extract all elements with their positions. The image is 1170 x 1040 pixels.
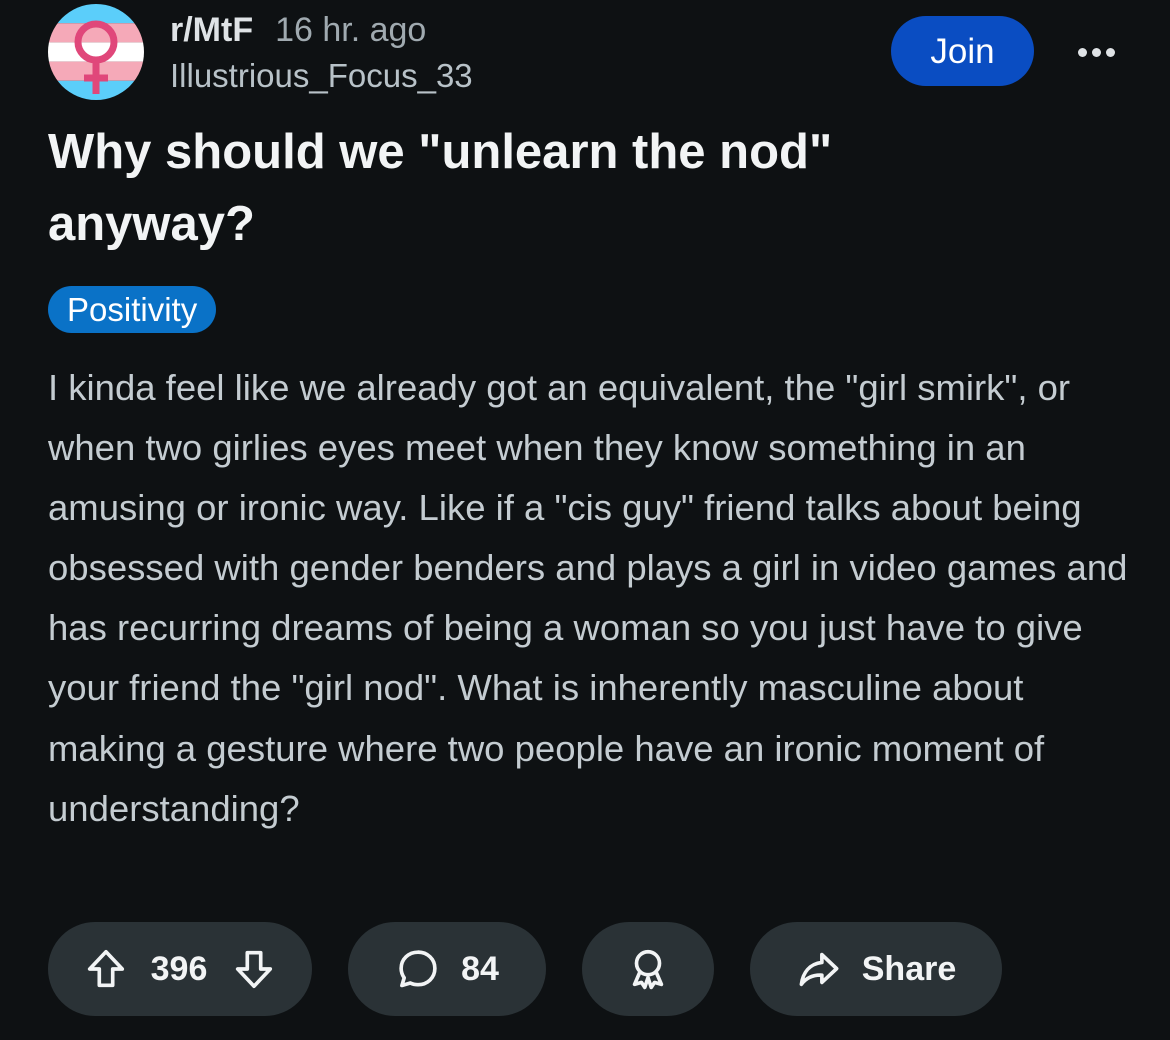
vote-count: 396 (150, 949, 208, 988)
subreddit-avatar-icon[interactable] (48, 4, 144, 100)
comments-button[interactable]: 84 (348, 922, 546, 1016)
comment-bubble-icon (399, 950, 437, 988)
author-name[interactable]: Illustrious_Focus_33 (170, 56, 473, 96)
upvote-arrow-icon[interactable] (83, 946, 129, 992)
vote-bar: 396 (48, 922, 312, 1016)
join-button[interactable]: Join (891, 16, 1034, 86)
more-dot (1077, 47, 1087, 57)
post-time: 16 hr. ago (275, 11, 427, 49)
share-button[interactable]: Share (750, 922, 1002, 1016)
subreddit-line: r/MtF 16 hr. ago (170, 10, 426, 50)
share-label: Share (861, 949, 957, 988)
more-dot (1105, 47, 1115, 57)
award-ribbon-icon (632, 949, 664, 990)
post-title[interactable]: Why should we "unlearn the nod" anyway? (48, 116, 1048, 260)
comment-count: 84 (461, 949, 499, 988)
more-dot (1091, 47, 1101, 57)
post-header: r/MtF 16 hr. ago Illustrious_Focus_33 Joi… (48, 4, 1128, 104)
downvote-arrow-icon[interactable] (231, 946, 277, 992)
trans-flag-female-symbol-icon (48, 4, 144, 100)
post-flair[interactable]: Positivity (48, 286, 217, 333)
post-body: I kinda feel like we already got an equi… (48, 367, 1128, 829)
share-arrow-icon (799, 952, 839, 987)
subreddit-name[interactable]: r/MtF (170, 11, 253, 49)
more-options-icon[interactable] (1066, 32, 1126, 72)
award-button[interactable] (582, 922, 714, 1016)
